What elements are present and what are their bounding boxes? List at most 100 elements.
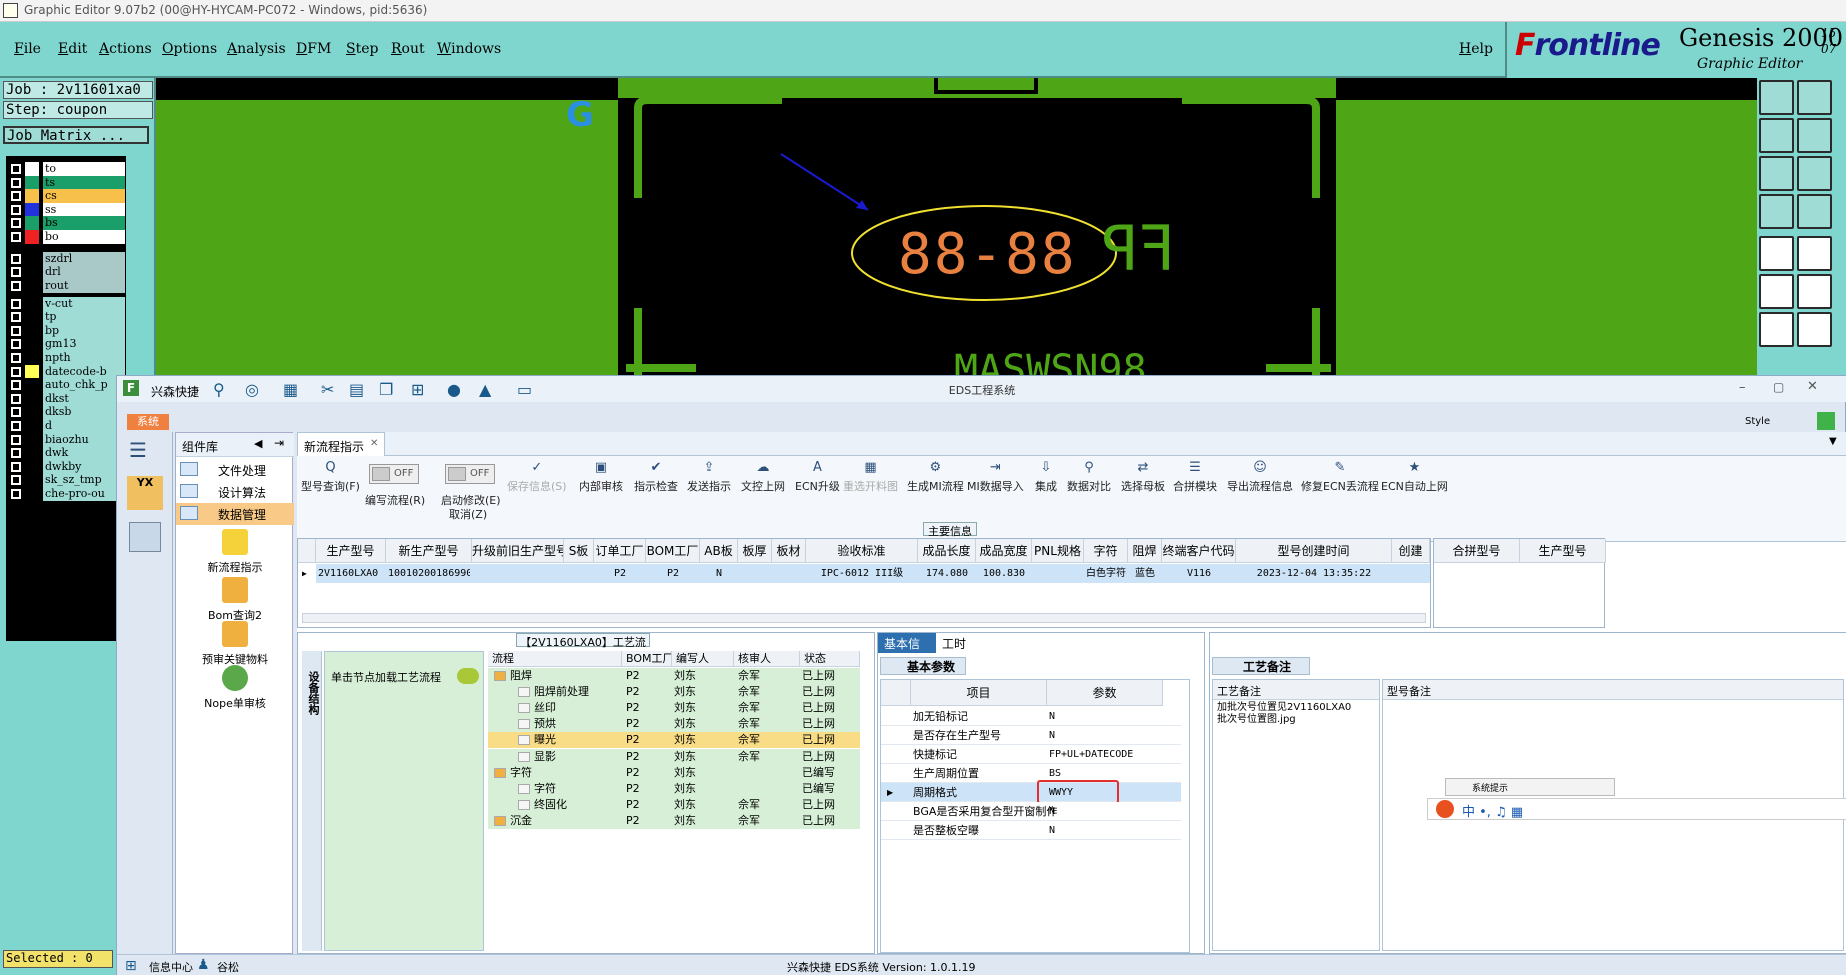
layer-row-cs[interactable]: cs	[9, 189, 126, 203]
param-value[interactable]: FP+UL+DATECODE	[1049, 745, 1133, 764]
param-header-value[interactable]: 参数	[1047, 680, 1163, 706]
grid-cell-4[interactable]: P2	[596, 564, 644, 583]
system-notification[interactable]: 系统提示	[1445, 778, 1615, 796]
layer-color-swatch[interactable]	[25, 487, 39, 501]
ribbon-button-8[interactable]: A ECN升级	[795, 461, 840, 494]
qa-monitor-icon[interactable]: ▭	[517, 381, 539, 399]
layer-checkbox[interactable]	[11, 407, 21, 417]
grid-cell-1[interactable]: 10010200186990	[388, 564, 470, 583]
layer-checkbox[interactable]	[11, 178, 21, 188]
style-menu[interactable]: Style	[1745, 416, 1770, 427]
layer-row-d[interactable]: d	[9, 419, 126, 433]
layer-checkbox[interactable]	[11, 394, 21, 404]
grid-header-11[interactable]: 成品宽度	[976, 539, 1032, 563]
layer-color-swatch[interactable]	[25, 419, 39, 433]
tab-work-hours[interactable]: 工时	[942, 635, 966, 652]
tree-row-3[interactable]: 预烘 P2 刘东 佘军 已上网	[488, 716, 860, 733]
grid-hscrollbar[interactable]	[302, 613, 1426, 623]
layer-color-swatch[interactable]	[25, 460, 39, 474]
param-row-3[interactable]: 生产周期位置 BS	[881, 764, 1181, 783]
layer-color-swatch[interactable]	[25, 337, 39, 351]
graphic-canvas[interactable]: 88-88 FP MASWSN98 G	[156, 78, 1761, 375]
tree-header-1[interactable]: BOM工厂	[622, 651, 672, 667]
tool-fit-button[interactable]	[1759, 156, 1794, 191]
grid-header-8[interactable]: 板材	[772, 539, 806, 563]
flow-prereview-material[interactable]: 预审关键物料	[176, 621, 294, 667]
layer-color-swatch[interactable]	[25, 162, 39, 176]
tool-zoom-left-button[interactable]	[1759, 118, 1794, 153]
layer-color-swatch[interactable]	[25, 324, 39, 338]
tree-header-0[interactable]: 流程	[488, 651, 622, 667]
layer-checkbox[interactable]	[11, 475, 21, 485]
layer-checkbox[interactable]	[11, 281, 21, 291]
grid-cell-7[interactable]	[740, 564, 770, 583]
tree-row-4[interactable]: 曝光 P2 刘东 佘军 已上网	[488, 732, 860, 749]
layer-checkbox[interactable]	[11, 191, 21, 201]
layer-checkbox[interactable]	[11, 353, 21, 363]
layer-row-drl[interactable]: drl	[9, 265, 126, 279]
qa-search-icon[interactable]: ⚲	[213, 381, 235, 399]
grid-header-12[interactable]: PNL规格	[1032, 539, 1084, 563]
craft-notes-tab[interactable]: 工艺备注	[1212, 657, 1310, 675]
layer-row-bo[interactable]: bo	[9, 230, 126, 244]
tree-row-8[interactable]: 终固化 P2 刘东 佘军 已上网	[488, 796, 860, 813]
layer-row-v-cut[interactable]: v-cut	[9, 297, 126, 311]
menu-file[interactable]: File	[14, 41, 41, 57]
ribbon-button-5[interactable]: ✔ 指示检查	[634, 461, 678, 494]
system-tab[interactable]: 系统	[127, 414, 169, 430]
grid-cell-14[interactable]: 蓝色	[1130, 564, 1160, 583]
maximize-button[interactable]: ▢	[1773, 380, 1784, 394]
grid-header-14[interactable]: 阻焊	[1128, 539, 1162, 563]
tool-delete-button[interactable]	[1797, 274, 1832, 309]
tree-row-2[interactable]: 丝印 P2 刘东 佘军 已上网	[488, 700, 860, 717]
layer-checkbox[interactable]	[11, 232, 21, 242]
ribbon-button-4[interactable]: ▣ 内部审核	[579, 461, 623, 494]
grid-cell-12[interactable]	[1034, 564, 1082, 583]
tool-surface-button[interactable]	[1797, 236, 1832, 271]
calculator-icon[interactable]	[129, 522, 161, 552]
qa-table-icon[interactable]: ▦	[283, 381, 305, 399]
grid-cell-3[interactable]	[566, 564, 592, 583]
grid-header-17[interactable]: 创建	[1392, 539, 1430, 563]
ribbon-button-18[interactable]: ★ ECN自动上网	[1381, 461, 1448, 494]
grid-header-9[interactable]: 验收标准	[806, 539, 918, 563]
qa-lifebuoy-icon[interactable]: ◎	[245, 381, 267, 399]
grid-cell-15[interactable]: V116	[1164, 564, 1234, 583]
ribbon-button-13[interactable]: ⚲ 数据对比	[1067, 461, 1111, 494]
param-row-0[interactable]: 加无铅标记 N	[881, 707, 1181, 726]
product-grid[interactable]: 生产型号 新生产型号 升级前旧生产型号 S板 订单工厂 BOM工厂 AB板 板厚 板材 验收标准成…	[297, 538, 1431, 628]
tree-row-9[interactable]: ⊟沉金P2刘东佘军已上网	[488, 812, 860, 829]
qa-grid-icon[interactable]: ⊞	[411, 381, 433, 399]
ribbon-button-10[interactable]: ⚙ 生成MI流程	[907, 461, 964, 494]
tab-basic-info[interactable]: 基本信息	[878, 633, 936, 668]
param-value[interactable]: N	[1049, 802, 1055, 821]
qa-copy-icon[interactable]: ❐	[379, 381, 401, 399]
layer-row-che-pro-ou[interactable]: che-pro-ou	[9, 487, 126, 501]
layer-row-npth[interactable]: npth	[9, 351, 126, 365]
layer-checkbox[interactable]	[11, 164, 21, 174]
tree-row-7[interactable]: 字符 P2 刘东 已编写	[488, 780, 860, 797]
pin-icon[interactable]: ⇥	[274, 436, 284, 450]
grid-cell-0[interactable]: 2V1160LXA0	[318, 564, 384, 583]
param-row-4[interactable]: ▶ 周期格式 WWYY	[881, 780, 1181, 804]
params-grid[interactable]: 项目 参数 加无铅标记 N 是否存在生产型号 N 快捷标记 FP+UL+DATECODE 生产周…	[880, 679, 1190, 953]
tool-zoom-home-button[interactable]	[1759, 80, 1794, 115]
layer-checkbox[interactable]	[11, 380, 21, 390]
layer-row-sk_sz_tmp[interactable]: sk_sz_tmp	[9, 473, 126, 487]
equipment-side-tab[interactable]: 设备结构	[302, 651, 322, 951]
grid-header-1[interactable]: 新生产型号	[386, 539, 472, 563]
tab-close-icon[interactable]: ✕	[370, 438, 378, 449]
yx-app-icon[interactable]: YX	[127, 476, 163, 510]
grid-cell-13[interactable]: 白色字符	[1086, 564, 1126, 583]
layer-checkbox[interactable]	[11, 448, 21, 458]
tool-net-button[interactable]	[1759, 274, 1794, 309]
grid-cell-11[interactable]: 100.830	[978, 564, 1030, 583]
layer-checkbox[interactable]	[11, 367, 21, 377]
layer-color-swatch[interactable]	[25, 405, 39, 419]
grid-header-10[interactable]: 成品长度	[918, 539, 976, 563]
layer-color-swatch[interactable]	[25, 265, 39, 279]
menu-rout[interactable]: Rout	[391, 41, 425, 57]
job-matrix-button[interactable]: Job Matrix ...	[3, 126, 149, 144]
param-row-1[interactable]: 是否存在生产型号 N	[881, 726, 1181, 745]
layer-checkbox[interactable]	[11, 326, 21, 336]
